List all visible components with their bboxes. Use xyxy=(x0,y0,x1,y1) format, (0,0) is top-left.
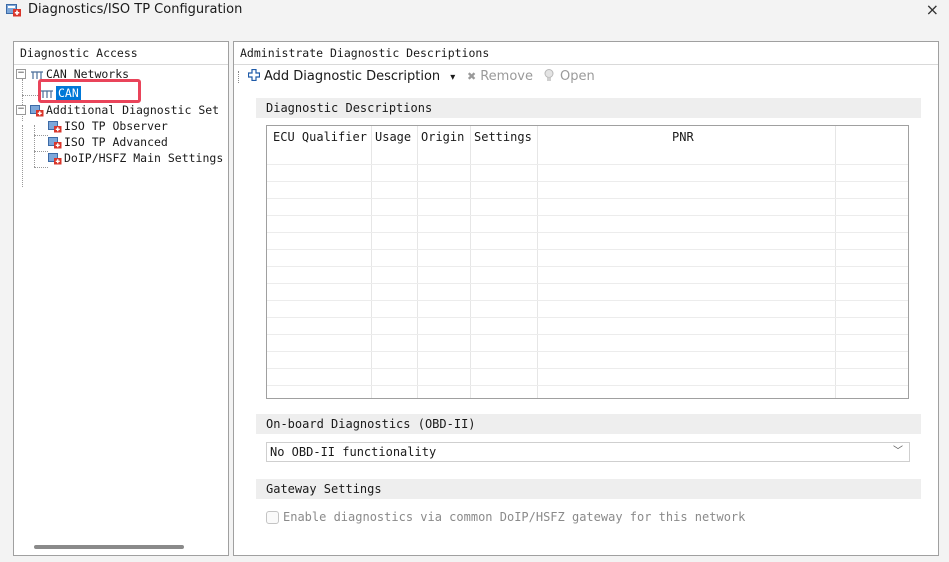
add-diagnostic-description-button[interactable]: Add Diagnostic Description ▾ xyxy=(247,68,455,84)
toolbar-grip xyxy=(238,71,241,83)
settings-doc-icon xyxy=(48,152,62,164)
remove-label: Remove xyxy=(480,69,533,84)
close-icon[interactable]: × xyxy=(926,0,939,19)
gateway-checkbox[interactable] xyxy=(266,511,279,524)
title-bar: Diagnostics/ISO TP Configuration × xyxy=(0,0,949,22)
tree-item-iso-tp-observer[interactable]: ISO TP Observer xyxy=(48,118,168,134)
open-label: Open xyxy=(560,69,595,84)
horizontal-scrollbar[interactable] xyxy=(34,545,184,549)
settings-doc-icon xyxy=(48,136,62,148)
obd-section-title: On-board Diagnostics (OBD-II) xyxy=(256,414,921,434)
open-button[interactable]: Open xyxy=(544,69,595,84)
tree-item-label: ISO TP Advanced xyxy=(64,135,168,149)
tree-item-label: DoIP/HSFZ Main Settings xyxy=(64,151,224,165)
administrate-diagnostic-descriptions-panel: Administrate Diagnostic Descriptions Add… xyxy=(233,41,939,556)
collapse-icon[interactable]: − xyxy=(16,105,26,115)
obd-functionality-select[interactable]: No OBD-II functionality ﹀ xyxy=(266,442,910,462)
tree-item-label: Additional Diagnostic Set xyxy=(46,103,220,117)
diagnostic-descriptions-table[interactable]: ECU Qualifier Usage Origin Settings PNR xyxy=(266,125,909,399)
remove-button[interactable]: ✖ Remove xyxy=(467,69,533,84)
settings-doc-icon xyxy=(30,104,44,116)
column-header-settings[interactable]: Settings xyxy=(474,126,532,148)
chevron-down-icon[interactable]: ﹀ xyxy=(893,443,903,461)
add-diagnostic-description-label: Add Diagnostic Description xyxy=(264,69,441,84)
diagnostic-descriptions-section-title: Diagnostic Descriptions xyxy=(256,98,921,118)
tree-item-label: ISO TP Observer xyxy=(64,119,168,133)
column-header-pnr[interactable]: PNR xyxy=(672,126,694,148)
gateway-settings-section-title: Gateway Settings xyxy=(256,479,921,499)
add-icon xyxy=(247,68,261,82)
administrate-header: Administrate Diagnostic Descriptions xyxy=(234,42,938,65)
window-title: Diagnostics/ISO TP Configuration xyxy=(28,2,243,17)
gateway-checkbox-label: Enable diagnostics via common DoIP/HSFZ … xyxy=(283,510,746,524)
descriptions-toolbar: Add Diagnostic Description ▾ ✖ Remove Ope… xyxy=(234,65,938,89)
gateway-checkbox-row[interactable]: Enable diagnostics via common DoIP/HSFZ … xyxy=(266,508,745,526)
column-header-usage[interactable]: Usage xyxy=(375,126,411,148)
collapse-icon[interactable]: − xyxy=(16,69,26,79)
obd-selected-value: No OBD-II functionality xyxy=(270,445,437,459)
settings-doc-icon xyxy=(48,120,62,132)
diagnostics-app-icon xyxy=(6,4,21,17)
tree-item-doip-hsfz-main-settings[interactable]: DoIP/HSFZ Main Settings xyxy=(48,150,223,166)
remove-icon: ✖ xyxy=(467,70,477,83)
column-header-ecu-qualifier[interactable]: ECU Qualifier xyxy=(273,126,367,148)
diagnostic-access-header: Diagnostic Access xyxy=(14,42,228,65)
tree-item-iso-tp-advanced[interactable]: ISO TP Advanced xyxy=(48,134,168,150)
dropdown-arrow-icon[interactable]: ▾ xyxy=(450,72,455,83)
lightbulb-icon xyxy=(544,69,554,81)
diagnostic-access-panel: Diagnostic Access − CAN Networks CAN − A… xyxy=(13,41,229,556)
annotation-highlight-box xyxy=(38,79,141,103)
column-header-origin[interactable]: Origin xyxy=(421,126,464,148)
